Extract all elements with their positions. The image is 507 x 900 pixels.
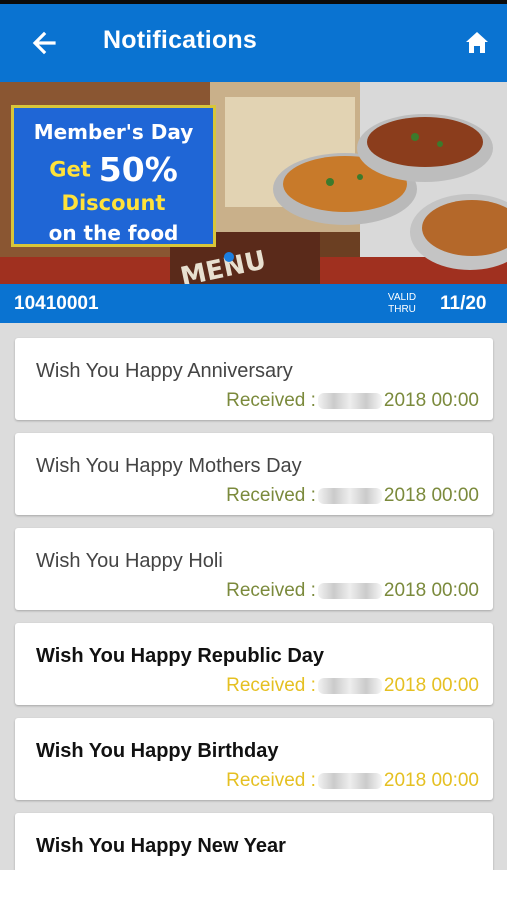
card-number: 10410001 [14, 293, 99, 314]
redacted-date [317, 487, 382, 504]
promo-discount: Discount [61, 191, 166, 215]
redacted-date [317, 677, 382, 694]
redacted-date [317, 772, 382, 789]
arrow-left-icon [32, 31, 56, 55]
list-item[interactable]: Wish You Happy Mothers Day Received : 201… [15, 433, 493, 515]
redacted-date [317, 392, 382, 409]
notification-title: Wish You Happy Mothers Day [36, 455, 302, 477]
notification-received: Received : 2018 00:00 [226, 580, 479, 602]
list-item[interactable]: Wish You Happy New Year [15, 813, 493, 870]
notification-received: Received : 2018 00:00 [226, 675, 479, 697]
promo-offer: Get 50% [14, 150, 213, 189]
expiry-date: 11/20 [440, 293, 487, 314]
home-button[interactable] [460, 26, 494, 60]
list-item[interactable]: Wish You Happy Holi Received : 2018 00:00 [15, 528, 493, 610]
notification-received: Received : 2018 00:00 [226, 485, 479, 507]
received-label: Received : [226, 485, 316, 506]
membership-card-strip: 10410001 VALID THRU 11/20 [0, 284, 507, 323]
notification-title: Wish You Happy New Year [36, 835, 286, 857]
carousel-indicator[interactable] [224, 252, 234, 262]
thru-label: THRU [388, 304, 416, 315]
valid-label: VALID [387, 292, 417, 303]
promo-get: Get [49, 157, 91, 182]
promo-banner[interactable]: MENU Member's Day Get 50% Discount on the… [0, 82, 507, 284]
notification-list[interactable]: Wish You Happy Anniversary Received : 201… [0, 323, 507, 870]
received-label: Received : [226, 675, 316, 696]
received-time: 2018 00:00 [383, 390, 479, 411]
received-label: Received : [226, 580, 316, 601]
received-time: 2018 00:00 [383, 675, 479, 696]
app-bar: Notifications [0, 4, 507, 82]
list-item[interactable]: Wish You Happy Anniversary Received : 201… [15, 338, 493, 420]
notification-title: Wish You Happy Anniversary [36, 360, 293, 382]
promo-title: Member's Day [33, 120, 194, 144]
received-time: 2018 00:00 [383, 485, 479, 506]
page-title: Notifications [103, 26, 257, 54]
home-icon [466, 32, 488, 53]
redacted-date [317, 582, 382, 599]
promo-box: Member's Day Get 50% Discount on the food [11, 105, 216, 247]
received-label: Received : [226, 390, 316, 411]
promo-percent: 50% [98, 150, 178, 189]
notification-title: Wish You Happy Birthday [36, 740, 279, 762]
notification-received: Received : 2018 00:00 [226, 770, 479, 792]
valid-thru-label: VALID THRU [380, 292, 424, 316]
list-item[interactable]: Wish You Happy Republic Day Received : 20… [15, 623, 493, 705]
promo-subtitle: on the food [48, 221, 179, 245]
notification-received: Received : 2018 00:00 [226, 390, 479, 412]
received-time: 2018 00:00 [383, 580, 479, 601]
notification-title: Wish You Happy Holi [36, 550, 223, 572]
list-item[interactable]: Wish You Happy Birthday Received : 2018 0… [15, 718, 493, 800]
back-button[interactable] [24, 24, 64, 62]
received-time: 2018 00:00 [383, 770, 479, 791]
bottom-safe-area [0, 870, 507, 900]
notification-title: Wish You Happy Republic Day [36, 645, 325, 667]
received-label: Received : [226, 770, 316, 791]
